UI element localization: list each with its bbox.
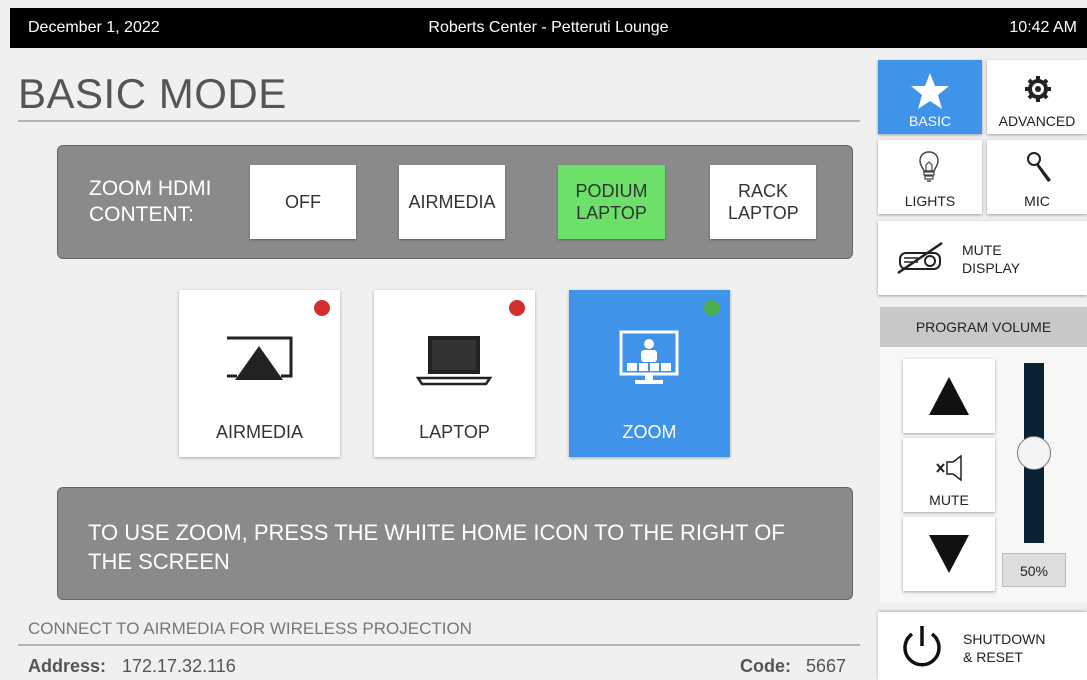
code-label: Code:	[740, 656, 791, 676]
source-tile-airmedia[interactable]: AIRMEDIA	[179, 290, 340, 457]
hdmi-rack-laptop-label: RACK LAPTOP	[728, 181, 799, 223]
gear-icon	[1025, 76, 1051, 102]
shutdown-line1: SHUTDOWN	[963, 631, 1046, 647]
airplay-icon	[227, 336, 293, 380]
mute-label: MUTE	[929, 492, 969, 508]
basic-mode-button[interactable]: BASIC	[878, 60, 982, 134]
source-label: LAPTOP	[419, 422, 490, 442]
footer-divider	[18, 644, 860, 646]
source-tile-laptop[interactable]: LAPTOP	[374, 290, 535, 457]
zoom-room-icon	[619, 330, 679, 384]
mute-display-label: MUTE DISPLAY	[962, 241, 1020, 277]
advanced-mode-button[interactable]: ADVANCED	[987, 60, 1087, 134]
hdmi-rack-laptop-button[interactable]: RACK LAPTOP	[710, 165, 816, 239]
airmedia-note: CONNECT TO AIRMEDIA FOR WIRELESS PROJECT…	[28, 619, 472, 638]
source-label: ZOOM	[622, 422, 677, 442]
instruction-panel: TO USE ZOOM, PRESS THE WHITE HOME ICON T…	[57, 487, 853, 600]
zoom-hdmi-label: ZOOM HDMI CONTENT:	[89, 177, 212, 226]
projector-muted-icon	[897, 241, 943, 275]
hdmi-off-label: OFF	[285, 192, 321, 212]
source-label: AIRMEDIA	[215, 422, 303, 442]
mic-label: MIC	[1024, 193, 1050, 209]
basic-label: BASIC	[908, 113, 951, 129]
time-display: 10:42 AM	[1009, 19, 1077, 36]
volume-down-button[interactable]	[903, 517, 995, 591]
program-volume-header: PROGRAM VOLUME	[880, 307, 1087, 347]
source-tile-zoom[interactable]: ZOOM	[569, 290, 730, 457]
arrow-down-icon	[929, 535, 969, 573]
hdmi-podium-laptop-label: PODIUM LAPTOP	[575, 181, 648, 223]
top-status-bar: December 1, 2022 Roberts Center - Petter…	[10, 8, 1087, 48]
instruction-text: TO USE ZOOM, PRESS THE WHITE HOME ICON T…	[88, 520, 785, 574]
shutdown-reset-button[interactable]: SHUTDOWN & RESET	[878, 612, 1087, 680]
hdmi-airmedia-label: AIRMEDIA	[408, 192, 496, 212]
mute-display-line2: DISPLAY	[962, 260, 1021, 276]
speaker-mute-icon	[936, 454, 962, 482]
status-indicator	[704, 300, 720, 316]
advanced-label: ADVANCED	[998, 113, 1076, 129]
lightbulb-icon	[919, 151, 939, 182]
address-value: 172.17.32.116	[122, 656, 236, 676]
title-divider	[18, 120, 860, 122]
volume-up-button[interactable]	[903, 359, 995, 433]
star-icon	[911, 73, 949, 109]
volume-level: 50%	[1002, 553, 1066, 587]
shutdown-line2: & RESET	[963, 649, 1023, 665]
lights-label: LIGHTS	[904, 193, 956, 209]
address-label: Address:	[28, 656, 107, 676]
hdmi-off-button[interactable]: OFF	[250, 165, 356, 239]
power-icon	[903, 626, 941, 667]
laptop-icon	[415, 336, 493, 386]
mute-display-button[interactable]: MUTE DISPLAY	[878, 221, 1087, 295]
page-title: BASIC MODE	[18, 70, 287, 117]
arrow-up-icon	[929, 377, 969, 415]
code-value: 5667	[806, 656, 847, 676]
hdmi-podium-laptop-button[interactable]: PODIUM LAPTOP	[558, 165, 665, 239]
mute-display-line1: MUTE	[962, 242, 1002, 258]
volume-mute-button[interactable]: MUTE	[903, 438, 995, 512]
zoom-hdmi-content-panel: ZOOM HDMI CONTENT: OFF AIRMEDIA PODIUM L…	[57, 145, 853, 259]
volume-slider-knob[interactable]	[1017, 436, 1051, 470]
hdmi-airmedia-button[interactable]: AIRMEDIA	[399, 165, 505, 239]
room-name: Roberts Center - Petteruti Lounge	[428, 19, 669, 36]
status-indicator	[509, 300, 525, 316]
lights-button[interactable]: LIGHTS	[878, 140, 982, 214]
status-indicator	[314, 300, 330, 316]
shutdown-label: SHUTDOWN & RESET	[963, 630, 1045, 666]
mic-button[interactable]: MIC	[987, 140, 1087, 214]
microphone-icon	[1027, 152, 1051, 182]
